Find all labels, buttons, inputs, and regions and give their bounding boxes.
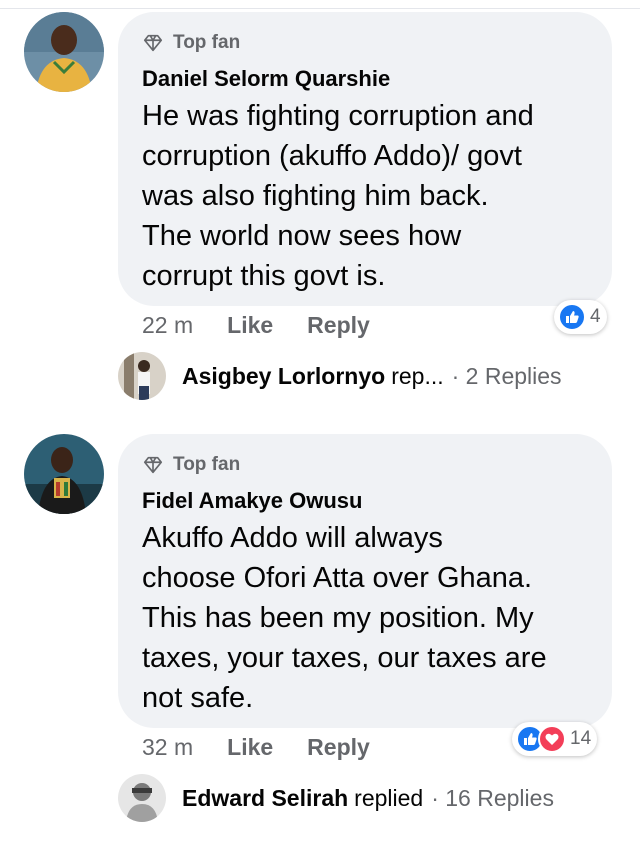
badge-label: Top fan — [173, 454, 241, 475]
comment-bubble: Top fan Daniel Selorm Quarshie He was fi… — [118, 12, 612, 306]
avatar[interactable] — [24, 12, 104, 92]
comment-line: was also fighting him back. — [142, 180, 489, 212]
like-reaction-icon — [558, 303, 586, 331]
comment-line: choose Ofori Atta over Ghana. — [142, 562, 533, 594]
comment-line: This has been my position. My — [142, 602, 534, 634]
replies-link[interactable]: Edward Selirah replied · 16 Replies — [118, 774, 554, 822]
like-button[interactable]: Like — [227, 312, 273, 339]
reply-author: Edward Selirah — [182, 784, 349, 811]
comment-timestamp[interactable]: 22 m — [142, 312, 193, 339]
comment-line: corrupt this govt is. — [142, 260, 386, 292]
reply-avatar — [118, 774, 166, 822]
comment-line: not safe. — [142, 682, 254, 714]
comment-timestamp[interactable]: 32 m — [142, 734, 193, 761]
comment-line: The world now sees how — [142, 220, 462, 252]
reaction-summary[interactable]: 14 — [512, 722, 598, 756]
comment-line: corruption (akuffo Addo)/ govt — [142, 140, 522, 172]
avatar[interactable] — [24, 434, 104, 514]
comment-line: Akuffo Addo will always — [142, 522, 443, 554]
reply-count: · 2 Replies — [451, 362, 562, 389]
reply-avatar — [118, 352, 166, 400]
top-fan-badge: Top fan — [142, 28, 590, 58]
reaction-count: 14 — [570, 728, 592, 749]
comment-text: Akuffo Addo will always choose Ofori Att… — [142, 518, 590, 718]
replies-link[interactable]: Asigbey Lorlornyo rep... · 2 Replies — [118, 352, 562, 400]
like-button[interactable]: Like — [227, 734, 273, 761]
reply-author: Asigbey Lorlornyo — [182, 362, 386, 389]
reply-count: · 16 Replies — [431, 784, 554, 811]
comment-line: He was fighting corruption and — [142, 100, 534, 132]
reaction-count: 4 — [590, 306, 601, 327]
diamond-icon — [143, 34, 163, 52]
reply-status: rep... — [391, 362, 444, 389]
badge-label: Top fan — [173, 32, 241, 53]
top-fan-badge: Top fan — [142, 450, 590, 480]
comment-actions: 22 m Like Reply — [142, 312, 404, 339]
reply-status: replied — [354, 784, 424, 811]
comment-line: taxes, your taxes, our taxes are — [142, 642, 547, 674]
comment-author[interactable]: Daniel Selorm Quarshie — [142, 66, 590, 92]
reply-button[interactable]: Reply — [307, 734, 370, 761]
comment-bubble: Top fan Fidel Amakye Owusu Akuffo Addo w… — [118, 434, 612, 728]
comment-actions: 32 m Like Reply — [142, 734, 404, 761]
comment-author[interactable]: Fidel Amakye Owusu — [142, 488, 590, 514]
top-divider — [0, 0, 640, 9]
reaction-summary[interactable]: 4 — [554, 300, 607, 334]
reply-button[interactable]: Reply — [307, 312, 370, 339]
diamond-icon — [143, 456, 163, 474]
comment-text: He was fighting corruption and corruptio… — [142, 96, 590, 296]
love-reaction-icon — [538, 725, 566, 753]
